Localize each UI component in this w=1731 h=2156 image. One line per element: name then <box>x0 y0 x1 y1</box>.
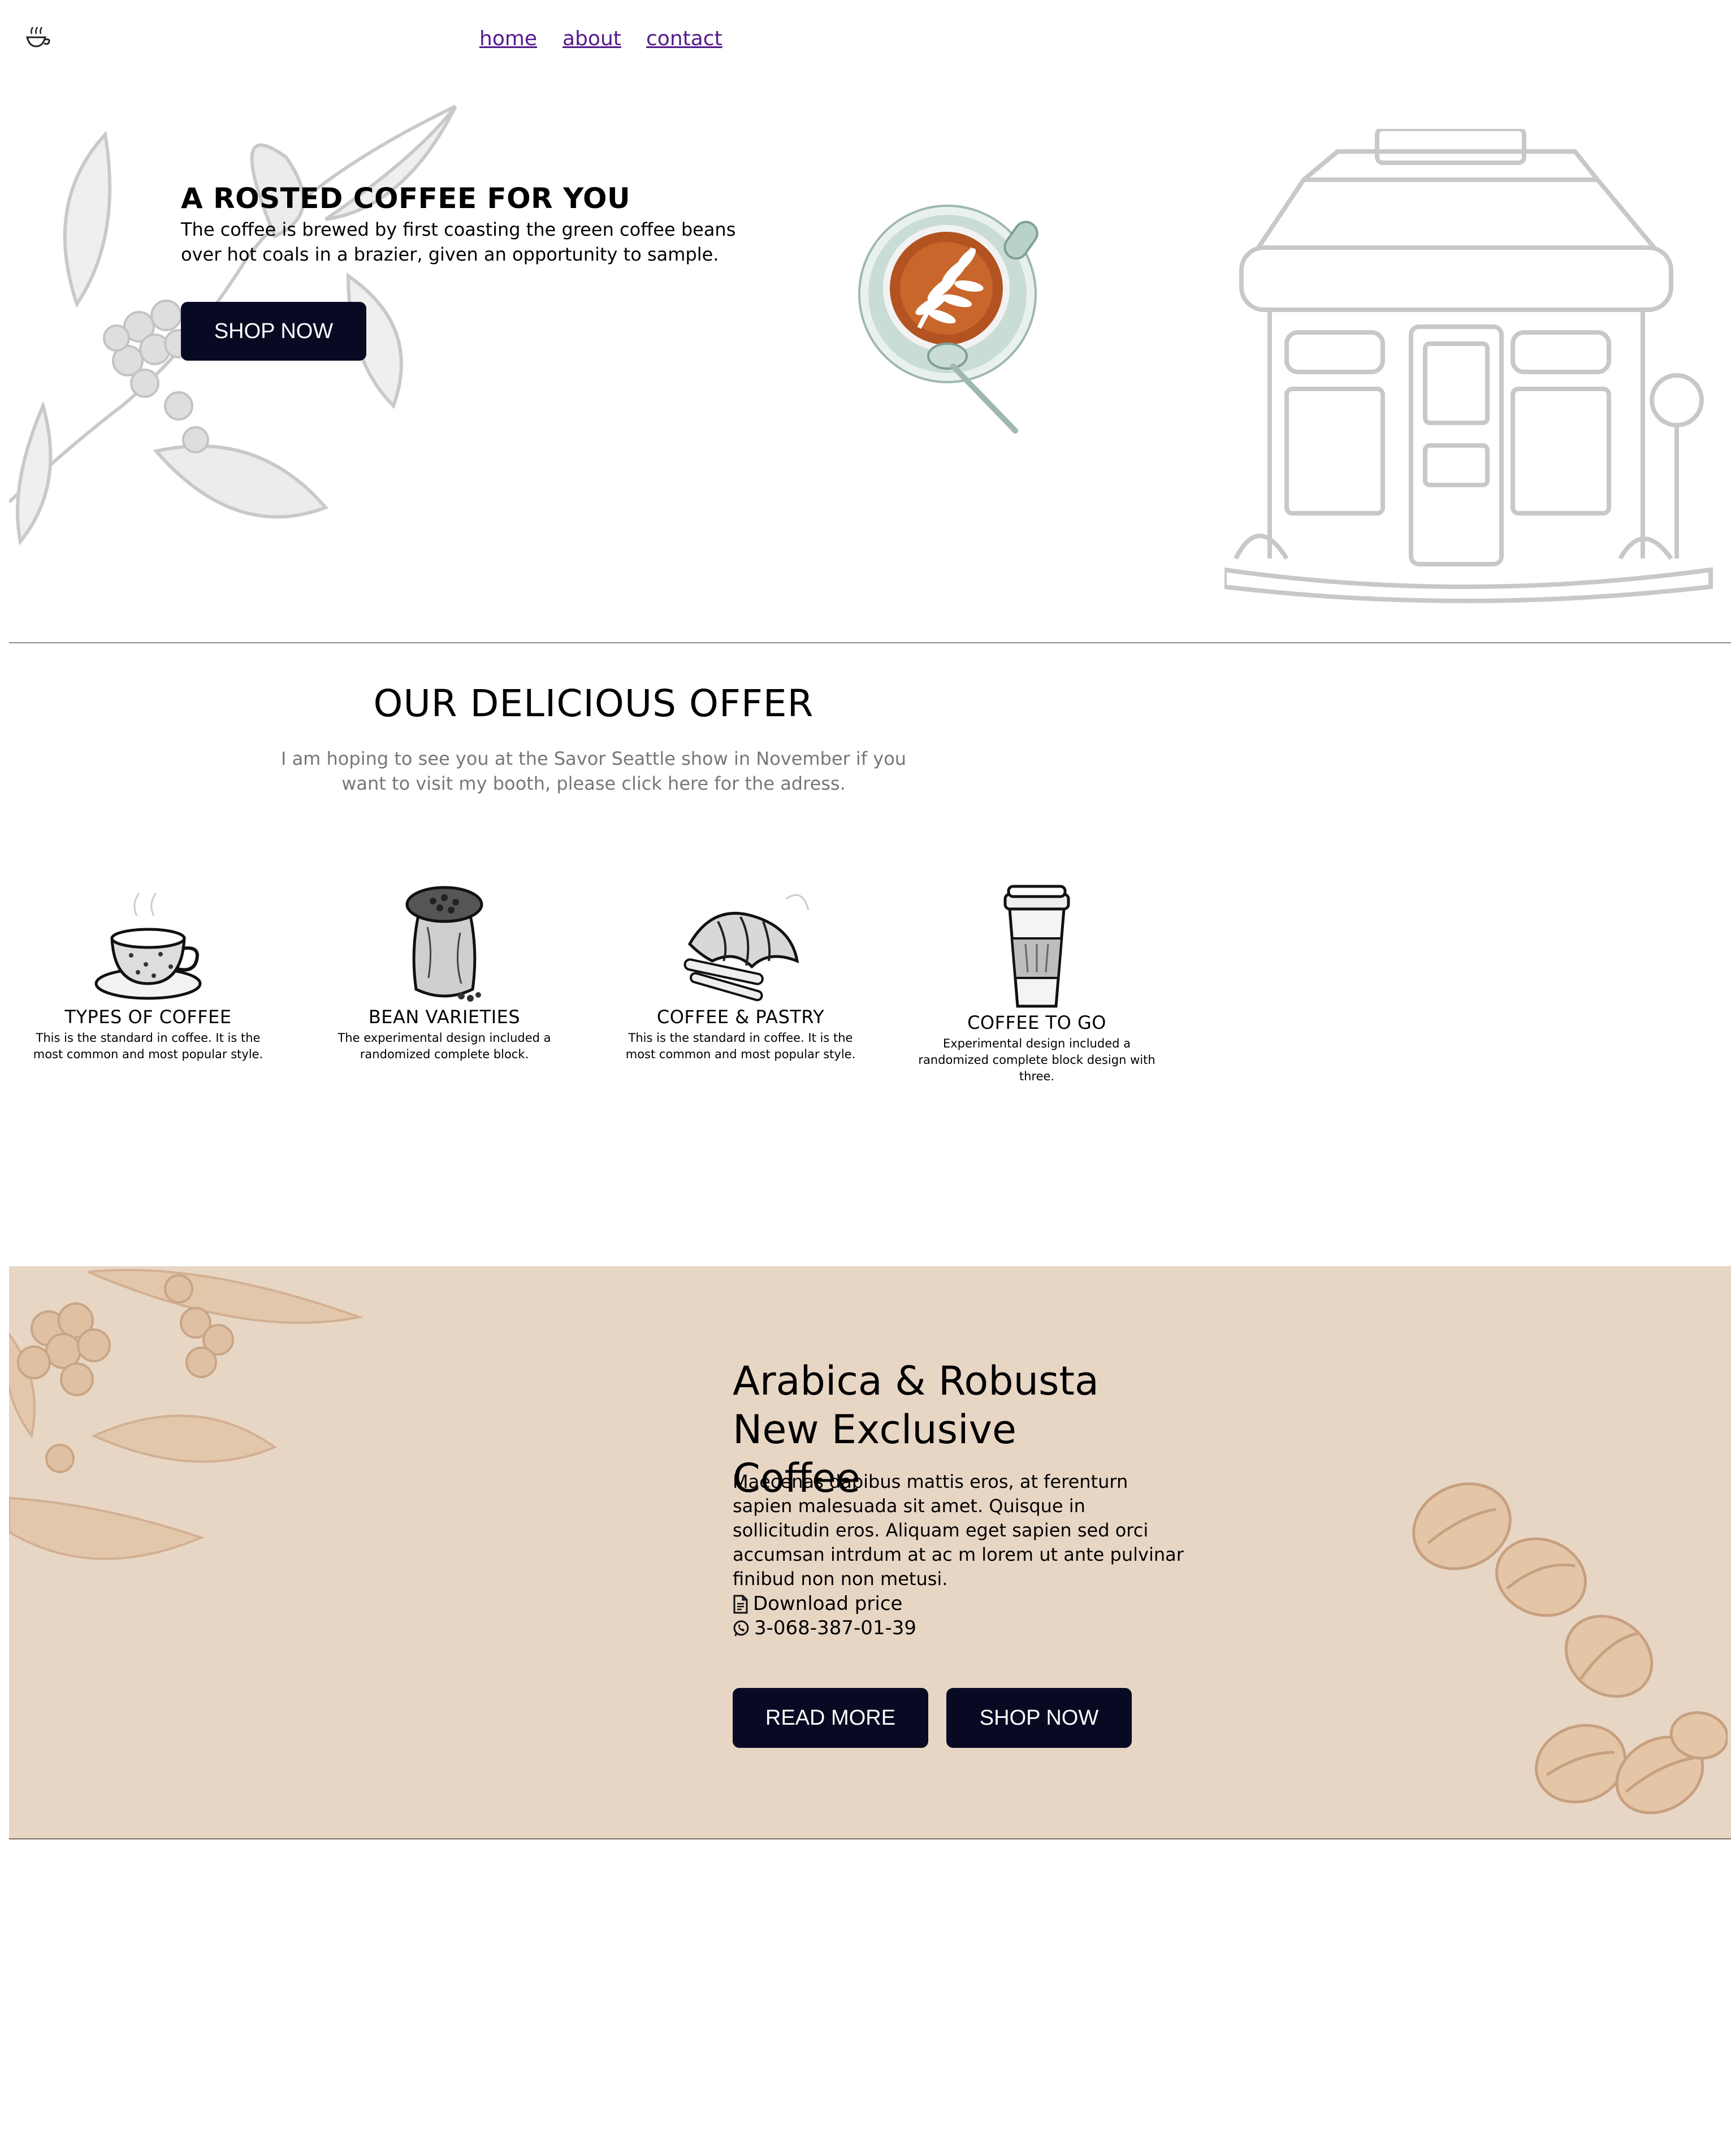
offer-card-text: Experimental design included a randomize… <box>918 1037 1156 1083</box>
latte-cup-illustration <box>858 205 1038 434</box>
site-logo[interactable] <box>23 25 54 51</box>
offer-card[interactable]: BEAN VARIETIES The experimental design i… <box>326 882 563 1063</box>
offer-card[interactable]: COFFEE & PASTRY This is the standard in … <box>622 882 859 1063</box>
promo-section: Arabica & Robusta New Exclusive Coffee M… <box>9 1266 1731 1839</box>
cafe-building-illustration <box>1224 129 1713 603</box>
offer-card-text: This is the standard in coffee. It is th… <box>33 1031 263 1061</box>
hero-section: A ROSTED COFFEE FOR YOU The coffee is br… <box>9 72 1731 643</box>
croissant-icon <box>683 894 810 1002</box>
nav-home-link[interactable]: home <box>479 27 537 50</box>
offer-card-title: COFFEE TO GO <box>967 1012 1106 1033</box>
offer-subtitle: I am hoping to see you at the Savor Seat… <box>280 748 907 794</box>
coffee-logo-icon <box>26 27 50 47</box>
offer-title: OUR DELICIOUS OFFER <box>373 682 814 725</box>
coffee-cup-icon <box>94 893 202 1000</box>
promo-shop-now-button[interactable]: SHOP NOW <box>946 1688 1132 1748</box>
bean-sack-icon <box>405 886 483 1002</box>
offer-card-text: The experimental design included a rando… <box>337 1031 551 1061</box>
coffee-branch-illustration <box>9 1269 364 1560</box>
nav-contact-link[interactable]: contact <box>646 27 722 50</box>
offer-card[interactable]: COFFEE TO GO Experimental design include… <box>918 882 1156 1085</box>
read-more-button[interactable]: READ MORE <box>733 1688 928 1748</box>
to-go-cup-icon <box>1003 885 1070 1008</box>
phone-number: 3-068-387-01-39 <box>754 1617 917 1639</box>
coffee-beans-illustration <box>1412 1482 1728 1815</box>
nav-about-link[interactable]: about <box>562 27 621 50</box>
offer-card[interactable]: TYPES OF COFFEE This is the standard in … <box>29 882 267 1063</box>
whatsapp-icon <box>733 1620 749 1636</box>
offer-card-text: This is the standard in coffee. It is th… <box>625 1031 856 1061</box>
download-price-label: Download price <box>753 1592 903 1615</box>
offer-card-title: BEAN VARIETIES <box>368 1006 521 1028</box>
hero-description: The coffee is brewed by first coasting t… <box>181 219 736 265</box>
hero-shop-now-button[interactable]: SHOP NOW <box>181 302 366 361</box>
promo-description: Maecenas dapibus mattis eros, at ferentu… <box>733 1471 1184 1590</box>
hero-title: A ROSTED COFFEE FOR YOU <box>181 182 631 215</box>
download-price-link[interactable]: Download price <box>733 1592 902 1616</box>
file-icon <box>733 1595 748 1613</box>
phone-link[interactable]: 3-068-387-01-39 <box>733 1616 916 1640</box>
offer-card-title: TYPES OF COFFEE <box>64 1006 232 1028</box>
offer-card-title: COFFEE & PASTRY <box>656 1006 825 1028</box>
